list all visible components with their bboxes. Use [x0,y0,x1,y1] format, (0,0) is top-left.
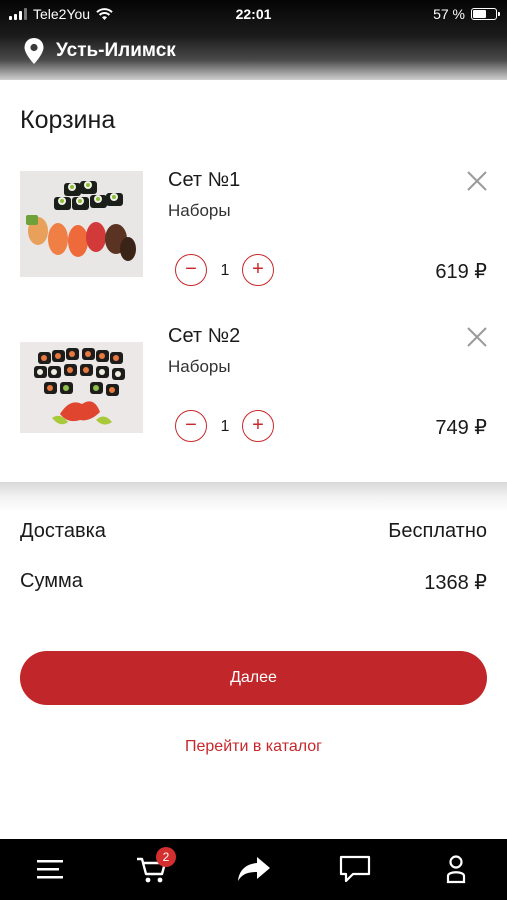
increase-quantity-button[interactable]: + [242,410,274,442]
next-button[interactable]: Далее [20,651,487,705]
decrease-quantity-button[interactable]: − [175,254,207,286]
item-quantity: 1 [220,262,230,279]
battery-icon [471,8,500,20]
item-price: 749 ₽ [435,417,487,439]
delivery-value: Бесплатно [388,520,487,542]
map-pin-icon [24,38,44,64]
remove-item-button[interactable] [466,170,488,192]
status-time: 22:01 [235,6,272,22]
delivery-label: Доставка [20,520,106,542]
delivery-row: Доставка Бесплатно [20,520,487,543]
status-right: 57 % [433,6,500,22]
share-icon [238,857,270,881]
item-quantity: 1 [220,418,230,435]
nav-cart[interactable]: 2 [134,847,176,885]
cart-count-badge: 2 [156,847,176,867]
chat-icon [339,855,371,883]
section-divider [0,482,507,512]
nav-menu[interactable] [33,853,69,885]
product-image [20,171,143,277]
profile-icon [446,855,466,884]
close-icon [467,327,487,347]
bottom-nav: 2 [0,839,507,900]
item-name: Сет №1 [168,169,241,191]
item-category: Наборы [168,201,231,220]
item-name: Сет №2 [168,325,241,347]
cart-item: Сет №2 Наборы − 1 + 749 ₽ [0,316,507,446]
go-to-catalog-link[interactable]: Перейти в каталог [0,738,507,756]
total-value: 1368 ₽ [424,572,487,594]
app-header: Tele2You 22:01 57 % Усть-Илимск [0,0,507,80]
status-bar: Tele2You 22:01 57 % [0,0,507,28]
page-title: Корзина [20,106,116,134]
location-selector[interactable]: Усть-Илимск [24,38,176,64]
close-icon [467,171,487,191]
total-row: Сумма 1368 ₽ [20,570,487,595]
nav-chat[interactable] [337,853,373,885]
cart-item: Сет №1 Наборы − 1 + 619 ₽ [0,160,507,290]
increase-quantity-button[interactable]: + [242,254,274,286]
remove-item-button[interactable] [466,326,488,348]
nav-share[interactable] [236,853,272,885]
location-name: Усть-Илимск [56,40,176,61]
total-label: Сумма [20,570,83,592]
menu-icon [37,860,63,879]
battery-percent: 57 % [433,6,465,22]
item-category: Наборы [168,357,231,376]
nav-profile[interactable] [438,853,474,885]
decrease-quantity-button[interactable]: − [175,410,207,442]
item-price: 619 ₽ [435,261,487,283]
product-image [20,342,143,433]
